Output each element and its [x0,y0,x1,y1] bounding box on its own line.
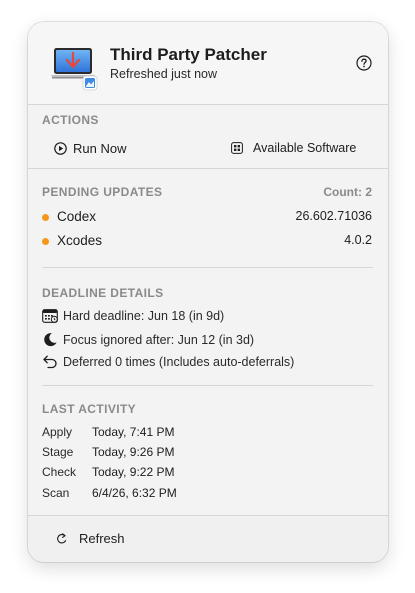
update-version: 26.602.71036 [295,209,372,223]
available-software-button[interactable]: Available Software [231,141,356,155]
activity-label: Scan [42,486,70,500]
run-now-button[interactable]: Run Now [54,141,126,156]
hard-deadline-text: Hard deadline: Jun 18 (in 9d) [63,308,225,323]
activity-value: 6/4/26, 6:32 PM [92,486,177,500]
update-name: Codex [57,209,97,224]
header: Third Party Patcher Refreshed just now [28,22,388,104]
calendar-icon [42,308,58,323]
deadline-divider [42,385,373,386]
list-item: Codex 26.602.71036 [42,209,372,227]
play-circle-icon [54,142,67,155]
patcher-panel: Third Party Patcher Refreshed just now A… [28,22,388,562]
refresh-label: Refresh [79,531,125,546]
status-dot [42,214,49,221]
status-dot [42,238,49,245]
activity-value: Today, 9:26 PM [92,445,175,459]
app-title: Third Party Patcher [110,45,267,64]
update-version: 4.0.2 [344,233,372,247]
activity-label: Check [42,465,77,479]
deferred-text: Deferred 0 times (Includes auto-deferral… [63,354,295,369]
activity-value: Today, 7:41 PM [92,425,175,439]
activity-label: Stage [42,445,74,459]
grid-box-icon [231,142,243,154]
last-activity-section-title: LAST ACTIVITY [42,402,137,416]
refresh-icon [56,532,68,545]
actions-section-title: ACTIONS [42,113,99,127]
question-circle-icon[interactable] [356,55,372,71]
run-now-label: Run Now [73,141,127,156]
actions-divider [28,168,388,169]
hard-deadline-row: Hard deadline: Jun 18 (in 9d) [42,308,224,323]
pending-count: Count: 2 [323,185,372,199]
activity-value: Today, 9:22 PM [92,465,175,479]
available-software-label: Available Software [253,141,357,155]
header-divider [28,104,388,105]
activity-label: Apply [42,425,73,439]
focus-ignored-row: Focus ignored after: Jun 12 (in 3d) [42,332,254,347]
deferred-row: Deferred 0 times (Includes auto-deferral… [42,354,294,369]
undo-arrow-icon [42,354,58,369]
refresh-status: Refreshed just now [110,67,218,81]
update-name: Xcodes [57,233,103,248]
moon-icon [42,332,58,347]
list-item: Xcodes 4.0.2 [42,233,372,251]
pending-divider [42,267,373,268]
refresh-button[interactable]: Refresh [56,531,125,546]
deadline-section-title: DEADLINE DETAILS [42,286,164,300]
laptop-download-icon [50,46,98,92]
footer: Refresh [28,516,388,562]
focus-ignored-text: Focus ignored after: Jun 12 (in 3d) [63,332,255,347]
pending-updates-section-title: PENDING UPDATES [42,185,163,199]
